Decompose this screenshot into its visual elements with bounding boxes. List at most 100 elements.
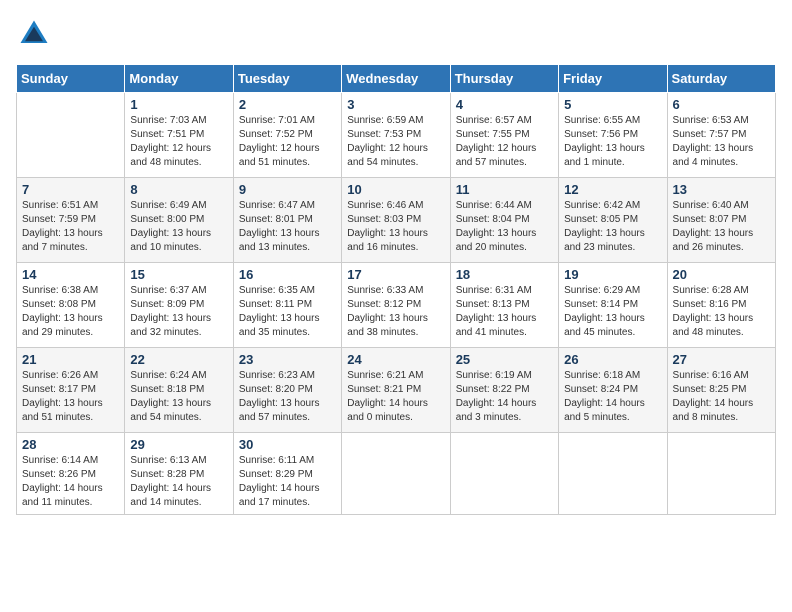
day-number: 29 bbox=[130, 437, 227, 452]
calendar-cell: 26Sunrise: 6:18 AM Sunset: 8:24 PM Dayli… bbox=[559, 348, 667, 433]
calendar-cell: 2 Sunrise: 7:01 AM Sunset: 7:52 PM Daylig… bbox=[233, 93, 341, 178]
page-header bbox=[16, 16, 776, 52]
weekday-header: Thursday bbox=[450, 65, 558, 93]
calendar-cell: 16 Sunrise: 6:35 AM Sunset: 8:11 PM Dayli… bbox=[233, 263, 341, 348]
cell-content: Sunrise: 6:42 AM Sunset: 8:05 PM Dayligh… bbox=[564, 199, 661, 255]
weekday-header: Tuesday bbox=[233, 65, 341, 93]
calendar-cell: 4 Sunrise: 6:57 AM Sunset: 7:55 PM Daylig… bbox=[450, 93, 558, 178]
calendar-week-row: 14 Sunrise: 6:38 AM Sunset: 8:08 PM Dayli… bbox=[17, 263, 776, 348]
day-number: 17 bbox=[347, 267, 444, 282]
day-number: 9 bbox=[239, 182, 336, 197]
calendar-cell: 17Sunrise: 6:33 AM Sunset: 8:12 PM Dayli… bbox=[342, 263, 450, 348]
day-number: 21 bbox=[22, 352, 119, 367]
cell-content: Sunrise: 6:40 AM Sunset: 8:07 PM Dayligh… bbox=[673, 199, 770, 255]
day-number: 7 bbox=[22, 182, 119, 197]
calendar-cell: 23 Sunrise: 6:23 AM Sunset: 8:20 PM Dayli… bbox=[233, 348, 341, 433]
calendar-cell: 18Sunrise: 6:31 AM Sunset: 8:13 PM Dayli… bbox=[450, 263, 558, 348]
calendar-cell bbox=[342, 433, 450, 515]
day-number: 1 bbox=[130, 97, 227, 112]
cell-content: Sunrise: 6:21 AM Sunset: 8:21 PM Dayligh… bbox=[347, 369, 444, 425]
day-number: 13 bbox=[673, 182, 770, 197]
calendar-cell: 7Sunrise: 6:51 AM Sunset: 7:59 PM Daylig… bbox=[17, 178, 125, 263]
calendar-cell: 27 Sunrise: 6:16 AM Sunset: 8:25 PM Dayli… bbox=[667, 348, 775, 433]
day-number: 4 bbox=[456, 97, 553, 112]
day-number: 23 bbox=[239, 352, 336, 367]
calendar-cell: 19 Sunrise: 6:29 AM Sunset: 8:14 PM Dayli… bbox=[559, 263, 667, 348]
day-number: 5 bbox=[564, 97, 661, 112]
day-number: 11 bbox=[456, 182, 553, 197]
cell-content: Sunrise: 6:23 AM Sunset: 8:20 PM Dayligh… bbox=[239, 369, 336, 425]
day-number: 19 bbox=[564, 267, 661, 282]
weekday-header: Saturday bbox=[667, 65, 775, 93]
calendar-cell: 12 Sunrise: 6:42 AM Sunset: 8:05 PM Dayli… bbox=[559, 178, 667, 263]
calendar-cell: 8Sunrise: 6:49 AM Sunset: 8:00 PM Daylig… bbox=[125, 178, 233, 263]
cell-content: Sunrise: 7:01 AM Sunset: 7:52 PM Dayligh… bbox=[239, 114, 336, 170]
calendar-cell bbox=[17, 93, 125, 178]
calendar-cell bbox=[450, 433, 558, 515]
calendar-cell: 30Sunrise: 6:11 AM Sunset: 8:29 PM Dayli… bbox=[233, 433, 341, 515]
cell-content: Sunrise: 6:13 AM Sunset: 8:28 PM Dayligh… bbox=[130, 454, 227, 510]
day-number: 2 bbox=[239, 97, 336, 112]
cell-content: Sunrise: 6:46 AM Sunset: 8:03 PM Dayligh… bbox=[347, 199, 444, 255]
calendar-cell: 1 Sunrise: 7:03 AM Sunset: 7:51 PM Daylig… bbox=[125, 93, 233, 178]
calendar-week-row: 1 Sunrise: 7:03 AM Sunset: 7:51 PM Daylig… bbox=[17, 93, 776, 178]
cell-content: Sunrise: 6:53 AM Sunset: 7:57 PM Dayligh… bbox=[673, 114, 770, 170]
calendar-cell: 9 Sunrise: 6:47 AM Sunset: 8:01 PM Daylig… bbox=[233, 178, 341, 263]
cell-content: Sunrise: 6:35 AM Sunset: 8:11 PM Dayligh… bbox=[239, 284, 336, 340]
day-number: 28 bbox=[22, 437, 119, 452]
calendar-week-row: 7Sunrise: 6:51 AM Sunset: 7:59 PM Daylig… bbox=[17, 178, 776, 263]
cell-content: Sunrise: 6:55 AM Sunset: 7:56 PM Dayligh… bbox=[564, 114, 661, 170]
calendar-cell: 28 Sunrise: 6:14 AM Sunset: 8:26 PM Dayli… bbox=[17, 433, 125, 515]
day-number: 24 bbox=[347, 352, 444, 367]
cell-content: Sunrise: 6:57 AM Sunset: 7:55 PM Dayligh… bbox=[456, 114, 553, 170]
calendar-cell: 3Sunrise: 6:59 AM Sunset: 7:53 PM Daylig… bbox=[342, 93, 450, 178]
cell-content: Sunrise: 6:28 AM Sunset: 8:16 PM Dayligh… bbox=[673, 284, 770, 340]
calendar-cell: 21 Sunrise: 6:26 AM Sunset: 8:17 PM Dayli… bbox=[17, 348, 125, 433]
day-number: 15 bbox=[130, 267, 227, 282]
calendar-cell: 11 Sunrise: 6:44 AM Sunset: 8:04 PM Dayli… bbox=[450, 178, 558, 263]
cell-content: Sunrise: 6:26 AM Sunset: 8:17 PM Dayligh… bbox=[22, 369, 119, 425]
weekday-header: Friday bbox=[559, 65, 667, 93]
cell-content: Sunrise: 6:38 AM Sunset: 8:08 PM Dayligh… bbox=[22, 284, 119, 340]
day-number: 25 bbox=[456, 352, 553, 367]
day-number: 6 bbox=[673, 97, 770, 112]
cell-content: Sunrise: 6:19 AM Sunset: 8:22 PM Dayligh… bbox=[456, 369, 553, 425]
cell-content: Sunrise: 6:44 AM Sunset: 8:04 PM Dayligh… bbox=[456, 199, 553, 255]
calendar-cell: 24 Sunrise: 6:21 AM Sunset: 8:21 PM Dayli… bbox=[342, 348, 450, 433]
day-number: 10 bbox=[347, 182, 444, 197]
day-number: 14 bbox=[22, 267, 119, 282]
cell-content: Sunrise: 6:29 AM Sunset: 8:14 PM Dayligh… bbox=[564, 284, 661, 340]
calendar-header-row: SundayMondayTuesdayWednesdayThursdayFrid… bbox=[17, 65, 776, 93]
weekday-header: Wednesday bbox=[342, 65, 450, 93]
calendar-week-row: 21 Sunrise: 6:26 AM Sunset: 8:17 PM Dayli… bbox=[17, 348, 776, 433]
day-number: 26 bbox=[564, 352, 661, 367]
cell-content: Sunrise: 7:03 AM Sunset: 7:51 PM Dayligh… bbox=[130, 114, 227, 170]
cell-content: Sunrise: 6:37 AM Sunset: 8:09 PM Dayligh… bbox=[130, 284, 227, 340]
calendar-cell bbox=[667, 433, 775, 515]
day-number: 12 bbox=[564, 182, 661, 197]
day-number: 8 bbox=[130, 182, 227, 197]
calendar-cell: 10 Sunrise: 6:46 AM Sunset: 8:03 PM Dayli… bbox=[342, 178, 450, 263]
day-number: 22 bbox=[130, 352, 227, 367]
calendar-week-row: 28 Sunrise: 6:14 AM Sunset: 8:26 PM Dayli… bbox=[17, 433, 776, 515]
cell-content: Sunrise: 6:24 AM Sunset: 8:18 PM Dayligh… bbox=[130, 369, 227, 425]
calendar-cell: 6 Sunrise: 6:53 AM Sunset: 7:57 PM Daylig… bbox=[667, 93, 775, 178]
weekday-header: Sunday bbox=[17, 65, 125, 93]
day-number: 3 bbox=[347, 97, 444, 112]
cell-content: Sunrise: 6:31 AM Sunset: 8:13 PM Dayligh… bbox=[456, 284, 553, 340]
day-number: 20 bbox=[673, 267, 770, 282]
calendar-cell: 20 Sunrise: 6:28 AM Sunset: 8:16 PM Dayli… bbox=[667, 263, 775, 348]
logo-icon bbox=[16, 16, 52, 52]
day-number: 27 bbox=[673, 352, 770, 367]
day-number: 16 bbox=[239, 267, 336, 282]
calendar-cell: 15 Sunrise: 6:37 AM Sunset: 8:09 PM Dayli… bbox=[125, 263, 233, 348]
cell-content: Sunrise: 6:14 AM Sunset: 8:26 PM Dayligh… bbox=[22, 454, 119, 510]
calendar-cell: 14 Sunrise: 6:38 AM Sunset: 8:08 PM Dayli… bbox=[17, 263, 125, 348]
calendar-cell bbox=[559, 433, 667, 515]
logo bbox=[16, 16, 56, 52]
cell-content: Sunrise: 6:16 AM Sunset: 8:25 PM Dayligh… bbox=[673, 369, 770, 425]
calendar-cell: 13 Sunrise: 6:40 AM Sunset: 8:07 PM Dayli… bbox=[667, 178, 775, 263]
cell-content: Sunrise: 6:11 AM Sunset: 8:29 PM Dayligh… bbox=[239, 454, 336, 510]
calendar-cell: 22 Sunrise: 6:24 AM Sunset: 8:18 PM Dayli… bbox=[125, 348, 233, 433]
cell-content: Sunrise: 6:47 AM Sunset: 8:01 PM Dayligh… bbox=[239, 199, 336, 255]
